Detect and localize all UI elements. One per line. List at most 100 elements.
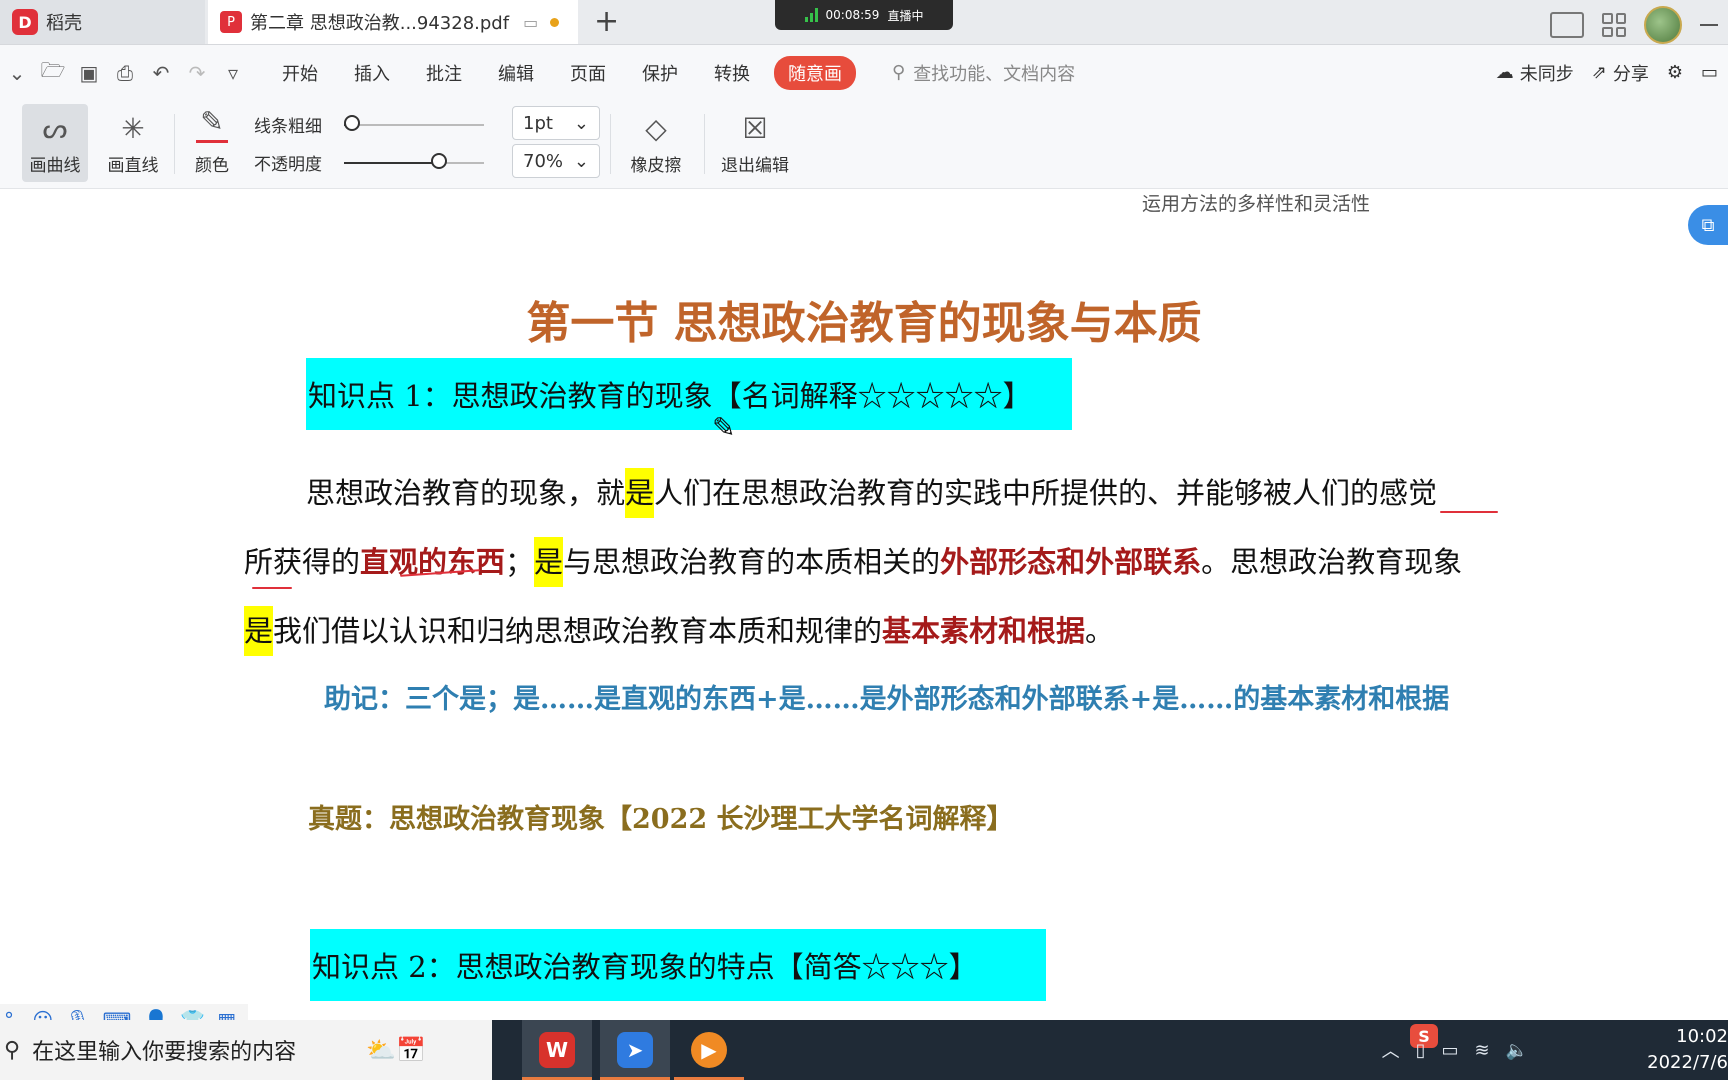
eraser-button[interactable]: ◇ 橡皮擦 [616, 104, 696, 182]
pen-cursor-icon: ✎ [712, 411, 736, 444]
eraser-icon: ◇ [645, 111, 667, 145]
opacity-knob[interactable] [430, 152, 447, 169]
memory-aid: 助记：三个是；是……是直观的东西+是……是外部形态和外部联系+是……的基本素材和… [324, 684, 1450, 715]
exit-edit-button[interactable]: ☒ 退出编辑 [712, 104, 798, 182]
search-placeholder: 查找功能、文档内容 [913, 63, 1076, 85]
monitor-icon[interactable]: ▭ [523, 13, 538, 32]
menu-convert[interactable]: 转换 [696, 56, 768, 90]
print-icon[interactable]: ⎙ [114, 61, 136, 85]
opacity-select[interactable]: 70% ⌄ [512, 144, 600, 178]
para-text: 我们借以认识和归纳思想政治教育本质和规律的 [273, 614, 883, 648]
phone-icon[interactable]: ▯ [1416, 1040, 1426, 1061]
drawing-toolbar: ᔕ 画曲线 ✳ 画直线 ✎ 颜色 线条粗细 不透明度 1pt ⌄ 70% ⌄ ◇… [0, 100, 1728, 189]
opacity-value: 70% [523, 150, 564, 172]
line-width-slider[interactable] [344, 114, 484, 131]
battery-icon[interactable]: ▭ [1441, 1040, 1458, 1061]
function-search[interactable]: ⚲ 查找功能、文档内容 [892, 60, 1075, 86]
line-star-icon: ✳ [121, 111, 145, 145]
more-dropdown-icon[interactable]: ▿ [222, 61, 244, 85]
new-tab-button[interactable]: + [594, 6, 619, 38]
taskbar-messenger[interactable]: ➤ [600, 1020, 670, 1080]
highlight-shi: 是 [244, 606, 274, 656]
para-text: 与思想政治教育的本质相关的 [563, 545, 941, 579]
comment-icon[interactable]: ▭ [1701, 62, 1718, 83]
knowledge-point-1: 知识点 1：思想政治教育的现象【名词解释☆☆☆☆☆】 [306, 358, 1072, 430]
pen-annotation[interactable] [1440, 511, 1498, 513]
wifi-icon[interactable]: ≋ [1474, 1040, 1489, 1061]
taskbar: ⚲ 在这里输入你要搜索的内容 ⛅📅 W ➤ ▶ S ︿ ▯ ▭ ≋ 🔈 10:0… [0, 1020, 1728, 1080]
menu-freehand[interactable]: 随意画 [774, 55, 856, 90]
para-text: 思想政治教育的现象，就 [306, 476, 626, 510]
line-width-control: 线条粗细 [254, 112, 484, 137]
taskbar-search-placeholder: 在这里输入你要搜索的内容 [32, 1040, 297, 1065]
live-app-icon: ▶ [691, 1032, 727, 1068]
line-width-select[interactable]: 1pt ⌄ [512, 106, 600, 140]
separator [704, 114, 705, 174]
menu-insert[interactable]: 插入 [336, 56, 408, 90]
live-indicator[interactable]: 00:08:59 直播中 [775, 0, 953, 30]
menu-page[interactable]: 页面 [552, 56, 624, 90]
volume-icon[interactable]: 🔈 [1506, 1040, 1528, 1061]
menu-protect[interactable]: 保护 [624, 56, 696, 90]
close-box-icon: ☒ [742, 111, 768, 145]
exit-edit-label: 退出编辑 [721, 156, 789, 176]
live-time: 00:08:59 [825, 8, 880, 22]
menu-edit[interactable]: 编辑 [480, 56, 552, 90]
clock-time: 10:02 [1676, 1026, 1728, 1047]
unsaved-dot-icon [550, 17, 560, 27]
cloud-icon: ☁ [1495, 62, 1514, 83]
tab-bar: D 稻壳 P 第二章 思想政治教...94328.pdf ▭ + 00:08:5… [0, 0, 1728, 45]
definition-paragraph: 思想政治教育的现象，就是人们在思想政治教育的实践中所提供的、并能够被人们的感觉所… [244, 459, 1464, 666]
sync-label: 未同步 [1519, 63, 1574, 85]
docer-logo-icon: D [12, 9, 38, 35]
undo-icon[interactable]: ↶ [150, 61, 172, 85]
menu-start[interactable]: 开始 [264, 56, 336, 90]
opacity-slider[interactable] [344, 152, 484, 169]
tab-document[interactable]: P 第二章 思想政治教...94328.pdf ▭ [208, 0, 578, 44]
redo-icon[interactable]: ↷ [186, 61, 208, 85]
para-text: ； [505, 545, 535, 579]
para-text: 。思想政治教育现象 [1201, 545, 1463, 579]
weather-widget-icon[interactable]: ⛅📅 [366, 1036, 426, 1064]
pdf-icon: P [220, 11, 242, 33]
draw-line-button[interactable]: ✳ 画直线 [100, 104, 166, 182]
chevron-up-icon[interactable]: ︿ [1382, 1037, 1400, 1063]
signal-icon [804, 8, 818, 22]
pen-icon: ✎ [200, 104, 224, 138]
search-icon: ⚲ [4, 1037, 21, 1063]
app-grid-icon[interactable] [1602, 13, 1626, 37]
open-folder-icon[interactable]: 🗁 [41, 56, 66, 90]
system-tray: ︿ ▯ ▭ ≋ 🔈 [1382, 1020, 1528, 1080]
chevron-down-icon[interactable]: ⌄ [6, 61, 28, 85]
save-icon[interactable]: ▣ [78, 61, 100, 85]
key-term: 外部形态和外部联系 [940, 545, 1202, 579]
tab-home-label: 稻壳 [46, 13, 82, 34]
para-text: 。 [1085, 614, 1115, 648]
draw-curve-button[interactable]: ᔕ 画曲线 [22, 104, 88, 182]
taskbar-live-app[interactable]: ▶ [674, 1020, 744, 1080]
highlight-shi: 是 [534, 537, 564, 587]
clock[interactable]: 10:02 2022/7/6 [1638, 1020, 1728, 1080]
main-menu: 开始 插入 批注 编辑 页面 保护 转换 随意画 [264, 55, 856, 90]
pen-annotation[interactable] [252, 587, 292, 589]
sync-button[interactable]: ☁ 未同步 [1496, 60, 1574, 86]
avatar[interactable] [1644, 6, 1682, 44]
line-width-knob[interactable] [344, 114, 360, 131]
document-view[interactable]: 运用方法的多样性和灵活性 ⧉ 第一节 思想政治教育的现象与本质 知识点 1：思想… [0, 189, 1728, 1019]
page-view-icon[interactable] [1550, 12, 1584, 38]
draw-line-label: 画直线 [107, 156, 159, 176]
tab-home[interactable]: D 稻壳 [0, 0, 205, 44]
taskbar-wps[interactable]: W [522, 1020, 592, 1080]
eraser-label: 橡皮擦 [630, 156, 682, 176]
taskbar-search[interactable]: ⚲ 在这里输入你要搜索的内容 ⛅📅 [0, 1020, 492, 1080]
menu-annotate[interactable]: 批注 [408, 56, 480, 90]
chevron-down-icon: ⌄ [573, 150, 589, 172]
menu-bar: ⌄ 🗁 ▣ ⎙ ↶ ↷ ▿ 开始 插入 批注 编辑 页面 保护 转换 随意画 ⚲… [0, 45, 1728, 100]
float-tool-icon[interactable]: ⧉ [1688, 205, 1728, 245]
color-button[interactable]: ✎ 颜色 [184, 104, 240, 182]
line-width-label: 线条粗细 [254, 117, 322, 137]
right-actions: ☁ 未同步 ⇗ 分享 ⚙ ▭ [1496, 60, 1718, 86]
minimize-icon[interactable] [1700, 24, 1718, 26]
settings-icon[interactable]: ⚙ [1667, 62, 1683, 83]
share-button[interactable]: ⇗ 分享 [1592, 60, 1649, 86]
